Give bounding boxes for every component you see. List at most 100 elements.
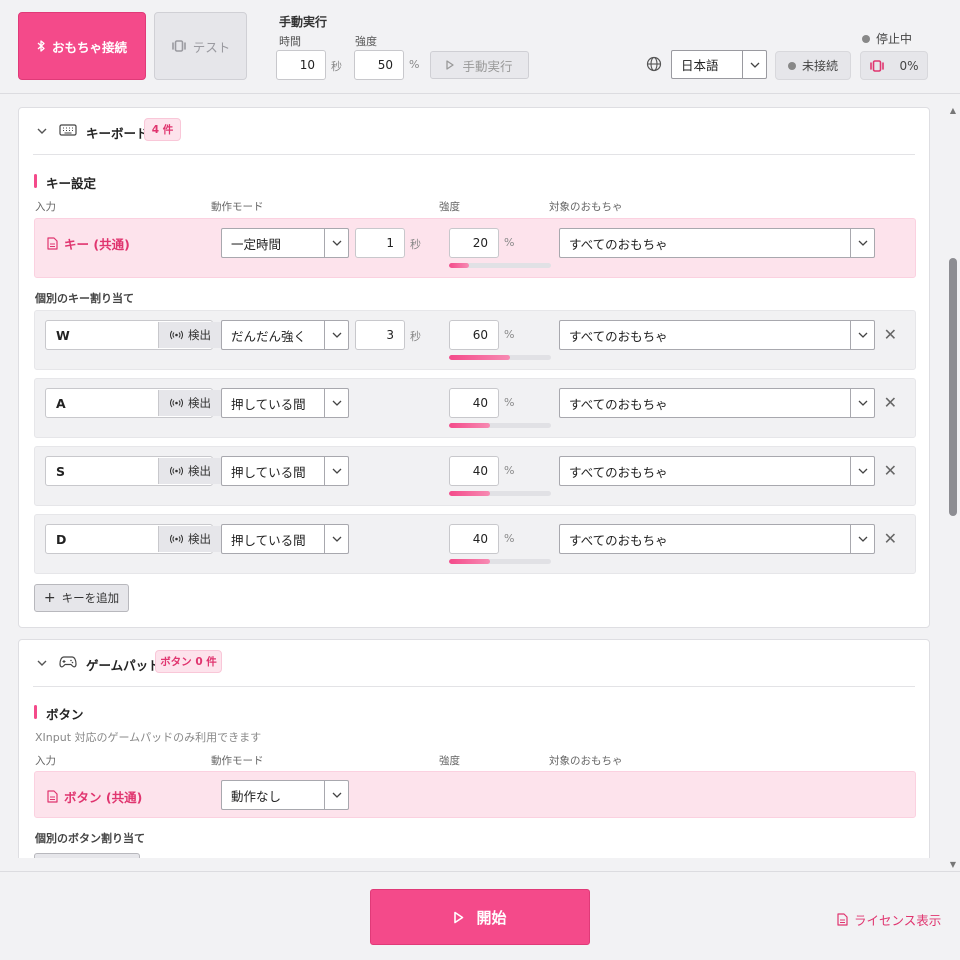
mode-select[interactable]: だんだん強く [221, 320, 349, 350]
strength-input[interactable]: 40 [449, 456, 499, 486]
close-icon[interactable]: ✕ [884, 529, 897, 548]
key-row: W 検出 だんだん強く 3 秒 60 % すべてのおもちゃ ✕ [34, 310, 916, 370]
scrollbar[interactable]: ▲ ▼ [946, 95, 960, 870]
time-input[interactable]: 10 [276, 50, 326, 80]
chevron-down-icon[interactable] [36, 125, 48, 137]
scroll-down-icon[interactable]: ▼ [949, 861, 957, 869]
common-button-mode-select[interactable]: 動作なし [221, 780, 349, 810]
divider [33, 686, 915, 687]
key-input[interactable]: D 検出 [45, 524, 222, 554]
mode-select[interactable]: 押している間 [221, 388, 349, 418]
language-select[interactable]: 日本語 [671, 50, 767, 79]
start-button[interactable]: 開始 [370, 889, 590, 945]
strength-input[interactable]: 40 [449, 388, 499, 418]
strength-input[interactable]: 60 [449, 320, 499, 350]
button-section-title: ボタン [34, 704, 84, 723]
connect-toy-button[interactable]: おもちゃ接続 [18, 12, 146, 80]
xinput-note: XInput 対応のゲームパッドのみ利用できます [35, 731, 262, 744]
play-icon [454, 911, 464, 923]
detect-key-button[interactable]: 検出 [158, 458, 222, 484]
close-icon[interactable]: ✕ [884, 393, 897, 412]
target-select[interactable]: すべてのおもちゃ [559, 456, 875, 486]
close-icon[interactable]: ✕ [884, 325, 897, 344]
test-button[interactable]: テスト [154, 12, 247, 80]
common-button-label: ボタン (共通) [47, 787, 142, 806]
common-mode-select[interactable]: 一定時間 [221, 228, 349, 258]
column-mode: 動作モード [211, 755, 264, 767]
strength-bar [449, 355, 551, 360]
detect-label: 検出 [188, 464, 211, 478]
key-input[interactable]: A 検出 [45, 388, 222, 418]
target-value: すべてのおもちゃ [569, 464, 668, 480]
detect-key-button[interactable]: 検出 [158, 390, 222, 416]
key-row: A 検出 押している間 40 % すべてのおもちゃ ✕ [34, 378, 916, 438]
scroll-up-icon[interactable]: ▲ [949, 107, 957, 115]
target-select[interactable]: すべてのおもちゃ [559, 320, 875, 350]
strength-input[interactable]: 50 [354, 50, 404, 80]
target-select[interactable]: すべてのおもちゃ [559, 388, 875, 418]
common-strength-input[interactable]: 20 [449, 228, 499, 258]
play-icon [446, 60, 455, 70]
key-value: D [56, 531, 67, 547]
mode-value: だんだん強く [231, 328, 307, 344]
strength-bar [449, 423, 551, 428]
detect-key-button[interactable]: 検出 [158, 526, 222, 552]
chevron-down-icon [324, 525, 348, 553]
duration-input[interactable]: 3 [355, 320, 405, 350]
manual-run-button[interactable]: 手動実行 [430, 51, 529, 79]
common-key-row: キー (共通) 一定時間 1 秒 20 % すべてのおもちゃ [34, 218, 916, 278]
settings-scroll-area[interactable]: キーボード 4 件 キー設定 入力 動作モード 強度 対象のおもちゃ キー (共… [0, 95, 960, 858]
strength-bar-fill [449, 423, 490, 428]
close-icon[interactable]: ✕ [884, 461, 897, 480]
vibrate-icon [870, 59, 885, 72]
bottom-bar: 開始 ライセンス表示 [0, 871, 960, 960]
radio-waves-icon [170, 466, 183, 476]
mode-value: 押している間 [231, 532, 306, 548]
common-mode-value: 一定時間 [231, 236, 282, 252]
detect-label: 検出 [188, 328, 211, 342]
chevron-down-icon [850, 229, 874, 257]
strength-label: 強度 [355, 35, 377, 48]
chevron-down-icon[interactable] [36, 657, 48, 669]
detect-key-button[interactable]: 検出 [158, 322, 222, 348]
manual-run-label: 手動実行 [462, 58, 513, 74]
add-button-button[interactable] [34, 853, 140, 858]
strength-unit: % [504, 532, 515, 545]
mode-select[interactable]: 押している間 [221, 456, 349, 486]
keyboard-title: キーボード [86, 126, 149, 141]
vibration-level-text: 0% [899, 58, 919, 73]
radio-waves-icon [170, 398, 183, 408]
common-button-mode-value: 動作なし [231, 788, 282, 804]
strength-bar [449, 491, 551, 496]
scrollbar-thumb[interactable] [949, 258, 957, 516]
target-value: すべてのおもちゃ [569, 532, 668, 548]
common-target-value: すべてのおもちゃ [569, 236, 668, 252]
common-button-row: ボタン (共通) 動作なし [34, 771, 916, 818]
target-value: すべてのおもちゃ [569, 328, 668, 344]
key-row: S 検出 押している間 40 % すべてのおもちゃ ✕ [34, 446, 916, 506]
keyboard-icon [59, 124, 77, 136]
key-row: D 検出 押している間 40 % すべてのおもちゃ ✕ [34, 514, 916, 574]
chevron-down-icon [324, 229, 348, 257]
key-input[interactable]: W 検出 [45, 320, 222, 350]
document-icon [47, 790, 58, 803]
column-input: 入力 [35, 201, 56, 213]
connection-status-text: 未接続 [801, 59, 838, 73]
divider [33, 154, 915, 155]
common-duration-unit: 秒 [410, 238, 421, 251]
license-link[interactable]: ライセンス表示 [837, 910, 941, 929]
mode-select[interactable]: 押している間 [221, 524, 349, 554]
column-target: 対象のおもちゃ [549, 755, 623, 767]
strength-unit: % [409, 58, 420, 71]
vibrate-icon [171, 40, 186, 52]
add-key-button[interactable]: + キーを追加 [34, 584, 129, 612]
strength-input[interactable]: 40 [449, 524, 499, 554]
run-status-dot-icon [862, 34, 870, 43]
common-target-select[interactable]: すべてのおもちゃ [559, 228, 875, 258]
key-input[interactable]: S 検出 [45, 456, 222, 486]
common-duration-input[interactable]: 1 [355, 228, 405, 258]
strength-unit: % [504, 464, 515, 477]
target-select[interactable]: すべてのおもちゃ [559, 524, 875, 554]
column-strength: 強度 [439, 755, 460, 767]
gamepad-card: ゲームパッド ボタン 0 件 ボタン XInput 対応のゲームパッドのみ利用で… [18, 639, 930, 858]
